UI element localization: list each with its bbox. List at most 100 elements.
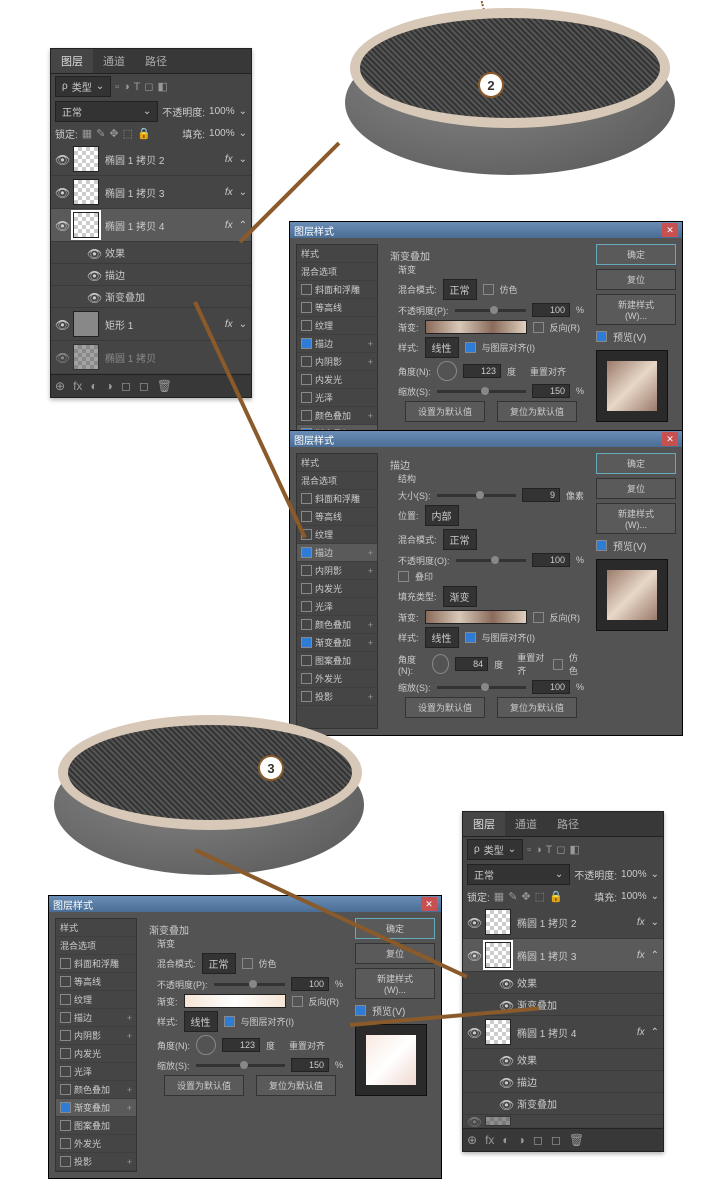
ok-button[interactable]: 确定	[596, 453, 676, 474]
layer-row[interactable]: 👁矩形 1fx⌄	[51, 308, 251, 341]
style-item[interactable]: 纹理	[297, 317, 377, 335]
style-item[interactable]: 斜面和浮雕	[297, 281, 377, 299]
style-item[interactable]: 等高线	[56, 973, 136, 991]
style-item[interactable]: 纹理	[297, 526, 377, 544]
style-item[interactable]: 内发光	[56, 1045, 136, 1063]
set-default-button[interactable]: 设置为默认值	[164, 1075, 244, 1096]
layer-effect[interactable]: 👁渐变叠加	[463, 1093, 663, 1115]
style-item[interactable]: 等高线	[297, 508, 377, 526]
style-item[interactable]: 光泽	[297, 389, 377, 407]
lock-icon[interactable]: ⬚	[123, 127, 133, 140]
style-item[interactable]: 颜色叠加+	[297, 407, 377, 425]
style-item[interactable]: 投影+	[297, 688, 377, 706]
style-select[interactable]: 线性	[425, 337, 459, 358]
style-item[interactable]: 等高线	[297, 299, 377, 317]
style-list[interactable]: 样式 混合选项 斜面和浮雕 等高线 纹理 描边+ 内阴影+ 内发光 光泽 颜色叠…	[296, 453, 378, 729]
style-item[interactable]: 描边+	[297, 544, 377, 562]
layer-row[interactable]: 👁	[463, 1115, 663, 1128]
filter-icon[interactable]: ◻	[144, 80, 153, 93]
layer-effect[interactable]: 👁效果	[463, 1049, 663, 1071]
cancel-button[interactable]: 复位	[596, 269, 676, 290]
style-item[interactable]: 外发光	[297, 670, 377, 688]
style-item[interactable]: 混合选项	[297, 263, 377, 281]
lock-icon[interactable]: ▦	[82, 127, 92, 140]
layer-effect[interactable]: 👁渐变叠加	[51, 286, 251, 308]
tab-layers[interactable]: 图层	[51, 49, 93, 73]
blend-select[interactable]: 正常	[202, 953, 236, 974]
style-item[interactable]: 图案叠加	[56, 1117, 136, 1135]
filter-icon[interactable]: T	[134, 81, 141, 93]
tab-paths[interactable]: 路径	[135, 49, 177, 73]
blend-select[interactable]: 正常	[443, 279, 477, 300]
layers-panel[interactable]: 图层 通道 路径 ρ类型⌄ ▫ ◑ T ◻ ◧ 正常⌄ 不透明度: 100%⌄ …	[50, 48, 252, 398]
reset-default-button[interactable]: 复位为默认值	[497, 401, 577, 422]
visibility-icon[interactable]: 👁	[55, 318, 67, 330]
style-item[interactable]: 内阴影+	[297, 353, 377, 371]
filter-icon[interactable]: ▫	[115, 81, 119, 93]
set-default-button[interactable]: 设置为默认值	[405, 401, 485, 422]
reset-default-button[interactable]: 复位为默认值	[256, 1075, 336, 1096]
ok-button[interactable]: 确定	[596, 244, 676, 265]
cancel-button[interactable]: 复位	[596, 478, 676, 499]
visibility-icon[interactable]: 👁	[55, 219, 67, 231]
lock-icon[interactable]: ✥	[109, 127, 118, 140]
style-item[interactable]: 颜色叠加+	[297, 616, 377, 634]
new-style-button[interactable]: 新建样式(W)...	[355, 968, 435, 999]
style-item[interactable]: 内发光	[297, 580, 377, 598]
lock-icon[interactable]: ✎	[96, 127, 105, 140]
style-item[interactable]: 光泽	[297, 598, 377, 616]
layers-panel[interactable]: 图层 通道 路径 ρ类型⌄ ▫◑T◻◧ 正常⌄ 不透明度:100%⌄ 锁定: ▦…	[462, 811, 664, 1152]
style-item[interactable]: 混合选项	[56, 937, 136, 955]
tab-channels[interactable]: 通道	[93, 49, 135, 73]
filter-type[interactable]: ρ类型⌄	[467, 839, 523, 860]
layer-row[interactable]: 👁椭圆 1 拷贝 2fx⌄	[51, 143, 251, 176]
tab-layers[interactable]: 图层	[463, 812, 505, 836]
blend-mode[interactable]: 正常⌄	[467, 864, 570, 885]
blend-select[interactable]: 正常	[443, 529, 477, 550]
style-item[interactable]: 斜面和浮雕	[56, 955, 136, 973]
layer-effect[interactable]: 👁描边	[51, 264, 251, 286]
style-item[interactable]: 描边+	[56, 1009, 136, 1027]
style-item[interactable]: 外发光	[56, 1135, 136, 1153]
fill-type-select[interactable]: 渐变	[443, 586, 477, 607]
close-icon[interactable]: ✕	[421, 897, 437, 911]
close-icon[interactable]: ✕	[662, 432, 678, 446]
layer-style-dialog[interactable]: 图层样式✕ 样式 混合选项 斜面和浮雕 等高线 纹理 描边+ 内阴影+ 内发光 …	[289, 430, 683, 736]
layer-effect[interactable]: 👁描边	[463, 1071, 663, 1093]
close-icon[interactable]: ✕	[662, 223, 678, 237]
style-item[interactable]: 内阴影+	[56, 1027, 136, 1045]
filter-icon[interactable]: ◑	[123, 81, 130, 93]
style-item[interactable]: 内阴影+	[297, 562, 377, 580]
layer-row[interactable]: 👁椭圆 1 拷贝 3fx⌃	[463, 939, 663, 972]
lock-icon[interactable]: 🔒	[137, 127, 151, 140]
gradient-swatch[interactable]	[425, 610, 527, 624]
style-item[interactable]: 颜色叠加+	[56, 1081, 136, 1099]
reset-default-button[interactable]: 复位为默认值	[497, 697, 577, 718]
style-list[interactable]: 样式 混合选项 斜面和浮雕 等高线 纹理 描边+ 内阴影+ 内发光 光泽 颜色叠…	[55, 918, 137, 1172]
layer-row[interactable]: 👁椭圆 1 拷贝 4fx⌃	[463, 1016, 663, 1049]
style-item[interactable]: 渐变叠加+	[297, 634, 377, 652]
gradient-swatch[interactable]	[425, 320, 527, 334]
style-item[interactable]: 斜面和浮雕	[297, 490, 377, 508]
new-style-button[interactable]: 新建样式(W)...	[596, 503, 676, 534]
layer-row[interactable]: 👁椭圆 1 拷贝 3fx⌄	[51, 176, 251, 209]
style-item[interactable]: 纹理	[56, 991, 136, 1009]
blend-mode[interactable]: 正常⌄	[55, 101, 158, 122]
style-item[interactable]: 光泽	[56, 1063, 136, 1081]
opacity-value[interactable]: 100%	[209, 106, 235, 117]
style-item[interactable]: 内发光	[297, 371, 377, 389]
new-style-button[interactable]: 新建样式(W)...	[596, 294, 676, 325]
visibility-icon[interactable]: 👁	[55, 153, 67, 165]
tab-channels[interactable]: 通道	[505, 812, 547, 836]
fill-value[interactable]: 100%	[209, 128, 235, 139]
style-item[interactable]: 投影+	[56, 1153, 136, 1171]
style-item[interactable]: 混合选项	[297, 472, 377, 490]
set-default-button[interactable]: 设置为默认值	[405, 697, 485, 718]
position-select[interactable]: 内部	[425, 505, 459, 526]
gradient-swatch[interactable]	[184, 994, 286, 1008]
filter-type[interactable]: ρ类型⌄	[55, 76, 111, 97]
style-item[interactable]: 描边+	[297, 335, 377, 353]
layer-effect[interactable]: 👁效果	[463, 972, 663, 994]
layer-row[interactable]: 👁椭圆 1 拷贝 2fx⌄	[463, 906, 663, 939]
style-item[interactable]: 图案叠加	[297, 652, 377, 670]
